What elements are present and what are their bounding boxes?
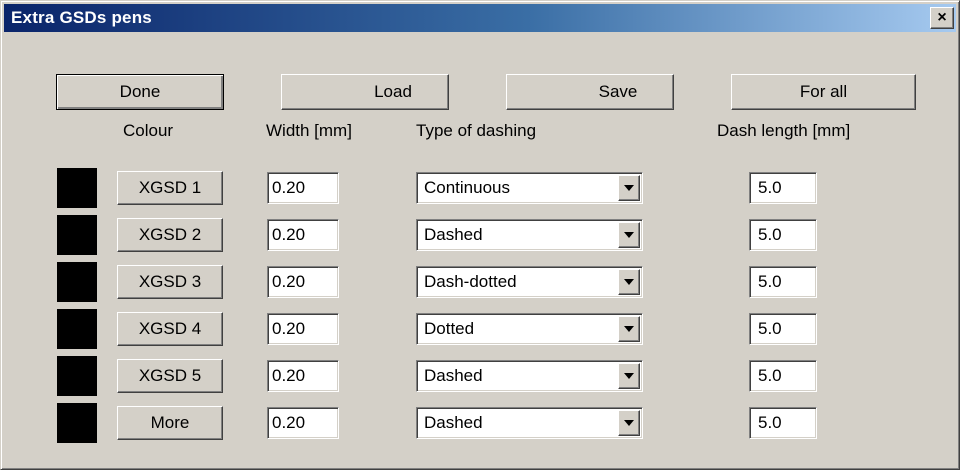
dash-length-input-2[interactable]: 5.0 — [749, 219, 817, 251]
pen-colour-swatch[interactable] — [57, 356, 97, 396]
pen-button-5[interactable]: XGSD 5 — [117, 359, 223, 393]
pen-button-1[interactable]: XGSD 1 — [117, 171, 223, 205]
dashing-select-6[interactable]: Dashed — [416, 407, 643, 439]
window-title: Extra GSDs pens — [11, 8, 152, 27]
pen-button-4[interactable]: XGSD 4 — [117, 312, 223, 346]
pen-button-6[interactable]: More — [117, 406, 223, 440]
dash-length-header: Dash length [mm] — [717, 121, 851, 140]
for-all-button[interactable]: For all — [731, 74, 916, 110]
done-button[interactable]: Done — [56, 74, 224, 110]
save-button[interactable]: Save — [506, 74, 674, 110]
width-input-6[interactable]: 0.20 — [267, 407, 339, 439]
dash-length-input-4[interactable]: 5.0 — [749, 313, 817, 345]
dashing-header: Type of dashing — [416, 121, 537, 140]
pen-colour-swatch[interactable] — [57, 168, 97, 208]
dash-length-input-3[interactable]: 5.0 — [749, 266, 817, 298]
dashing-select-1[interactable]: Continuous — [416, 172, 643, 204]
width-input-3[interactable]: 0.20 — [267, 266, 339, 298]
dashing-select-value: Dashed — [424, 413, 483, 432]
pen-colour-swatch[interactable] — [57, 309, 97, 349]
dashing-select-2[interactable]: Dashed — [416, 219, 643, 251]
chevron-down-icon[interactable] — [618, 363, 640, 389]
width-input-5[interactable]: 0.20 — [267, 360, 339, 392]
extra-gsds-pens-dialog: Extra GSDs pens × Done Load Save For all… — [0, 0, 960, 470]
chevron-down-icon[interactable] — [618, 316, 640, 342]
width-input-4[interactable]: 0.20 — [267, 313, 339, 345]
load-button[interactable]: Load — [281, 74, 449, 110]
save-button-label: Save — [598, 82, 638, 101]
dashing-select-value: Dash-dotted — [424, 272, 517, 291]
dashing-select-value: Dashed — [424, 225, 483, 244]
dashing-select-5[interactable]: Dashed — [416, 360, 643, 392]
close-button[interactable]: × — [930, 7, 954, 29]
width-header: Width [mm] — [266, 121, 352, 140]
chevron-down-icon[interactable] — [618, 410, 640, 436]
dashing-select-value: Dotted — [424, 319, 475, 338]
width-input-1[interactable]: 0.20 — [267, 172, 339, 204]
close-icon: × — [937, 9, 947, 26]
dashing-select-3[interactable]: Dash-dotted — [416, 266, 643, 298]
pen-button-3[interactable]: XGSD 3 — [117, 265, 223, 299]
load-button-label: Load — [374, 82, 412, 101]
width-input-2[interactable]: 0.20 — [267, 219, 339, 251]
dashing-select-4[interactable]: Dotted — [416, 313, 643, 345]
pen-button-2[interactable]: XGSD 2 — [117, 218, 223, 252]
dashing-select-value: Continuous — [424, 178, 511, 197]
pen-colour-swatch[interactable] — [57, 403, 97, 443]
chevron-down-icon[interactable] — [618, 222, 640, 248]
pen-colour-swatch[interactable] — [57, 215, 97, 255]
pen-colour-swatch[interactable] — [57, 262, 97, 302]
title-bar[interactable]: Extra GSDs pens × — [4, 4, 956, 32]
dashing-select-value: Dashed — [424, 366, 483, 385]
dash-length-input-1[interactable]: 5.0 — [749, 172, 817, 204]
colour-header: Colour — [123, 121, 174, 140]
dash-length-input-6[interactable]: 5.0 — [749, 407, 817, 439]
chevron-down-icon[interactable] — [618, 269, 640, 295]
dash-length-input-5[interactable]: 5.0 — [749, 360, 817, 392]
chevron-down-icon[interactable] — [618, 175, 640, 201]
